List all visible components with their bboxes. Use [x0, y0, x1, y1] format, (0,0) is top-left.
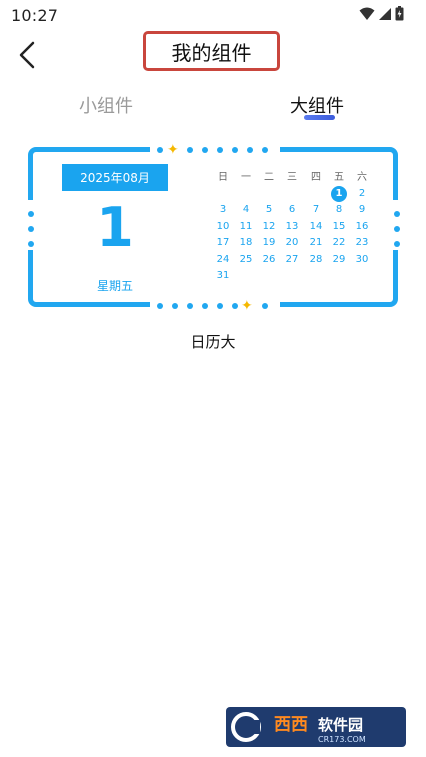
star-icon: ✦ — [167, 142, 179, 158]
weekday-header: 五 — [334, 172, 344, 183]
calendar-day: 29 — [332, 253, 346, 265]
calendar-day: 13 — [285, 220, 299, 232]
widget-name: 日历大 — [190, 333, 236, 351]
calendar-day: 27 — [285, 253, 299, 265]
calendar-day: 17 — [216, 237, 230, 249]
calendar-day: 26 — [262, 253, 276, 265]
calendar-day: 16 — [355, 220, 369, 232]
decor-dot — [394, 241, 400, 247]
status-time: 10:27 — [11, 6, 59, 25]
calendar-day: 6 — [288, 204, 296, 216]
weekday-header: 六 — [357, 172, 367, 183]
wifi-icon — [359, 7, 375, 20]
calendar-day: 30 — [355, 253, 369, 265]
decor-dot — [28, 211, 34, 217]
calendar-day: 24 — [216, 253, 230, 265]
decor-dot — [232, 303, 238, 309]
svg-text:CR173.COM: CR173.COM — [318, 735, 366, 744]
decor-dot — [262, 303, 268, 309]
calendar-day: 7 — [312, 204, 320, 216]
decor-dot — [247, 147, 253, 153]
decor-dot — [187, 303, 193, 309]
svg-text:西西: 西西 — [274, 715, 308, 735]
decor-dot — [28, 226, 34, 232]
calendar-widget-card[interactable]: ✦ ✦ 2025年08月 1 星期五 日一二三四五六 1 2 3 4 5 6 7 8 9 10 11 1… — [22, 140, 406, 314]
tab-small-widgets[interactable]: 小组件 — [79, 92, 133, 118]
signal-icon — [379, 7, 391, 20]
decor-dot — [157, 147, 163, 153]
svg-text:软件园: 软件园 — [318, 716, 363, 734]
calendar-day: 21 — [309, 237, 323, 249]
decor-dot — [262, 147, 268, 153]
watermark-logo: 西西 软件园 CR173.COM — [226, 707, 406, 747]
decor-dot — [232, 147, 238, 153]
calendar-day: 3 — [219, 204, 227, 216]
calendar-day: 11 — [239, 220, 253, 232]
weekday-header: 二 — [264, 172, 274, 183]
status-bar: 10:27 — [0, 0, 426, 30]
calendar-day-selected: 1 — [331, 186, 347, 202]
active-tab-indicator — [304, 115, 335, 120]
weekday-header: 三 — [287, 172, 297, 183]
weekday-header: 一 — [241, 172, 251, 183]
page-title: 我的组件 — [143, 31, 280, 71]
weekday-label: 星期五 — [96, 279, 133, 293]
calendar-day: 8 — [335, 204, 343, 216]
decor-dot — [202, 147, 208, 153]
calendar-day: 28 — [309, 253, 323, 265]
month-label: 2025年08月 — [62, 164, 168, 191]
calendar-day: 15 — [332, 220, 346, 232]
calendar-day: 20 — [285, 237, 299, 249]
decor-dot — [187, 147, 193, 153]
decor-dot — [172, 303, 178, 309]
decor-dot — [394, 211, 400, 217]
current-day-number: 1 — [96, 196, 134, 259]
decor-dot — [157, 303, 163, 309]
calendar-day: 14 — [309, 220, 323, 232]
decor-dot — [217, 303, 223, 309]
decor-dot — [28, 241, 34, 247]
calendar-day: 5 — [265, 204, 273, 216]
calendar-day: 25 — [239, 253, 253, 265]
calendar-day: 31 — [216, 270, 230, 281]
calendar-day: 10 — [216, 220, 230, 232]
calendar-day: 19 — [262, 237, 276, 249]
decor-dot — [394, 226, 400, 232]
weekday-header: 日 — [218, 172, 228, 183]
weekday-header: 四 — [311, 172, 321, 183]
decor-dot — [202, 303, 208, 309]
battery-icon — [395, 6, 404, 21]
chevron-left-icon — [19, 41, 35, 69]
calendar-day: 18 — [239, 237, 253, 249]
star-icon: ✦ — [241, 298, 253, 314]
calendar-day: 12 — [262, 220, 276, 232]
calendar-day: 9 — [358, 204, 366, 216]
decor-dot — [217, 147, 223, 153]
status-icons — [359, 6, 404, 21]
calendar-day: 23 — [355, 237, 369, 249]
calendar-day: 22 — [332, 237, 346, 249]
back-button[interactable] — [10, 38, 44, 72]
calendar-day: 4 — [242, 204, 250, 216]
calendar-day: 2 — [358, 188, 366, 199]
